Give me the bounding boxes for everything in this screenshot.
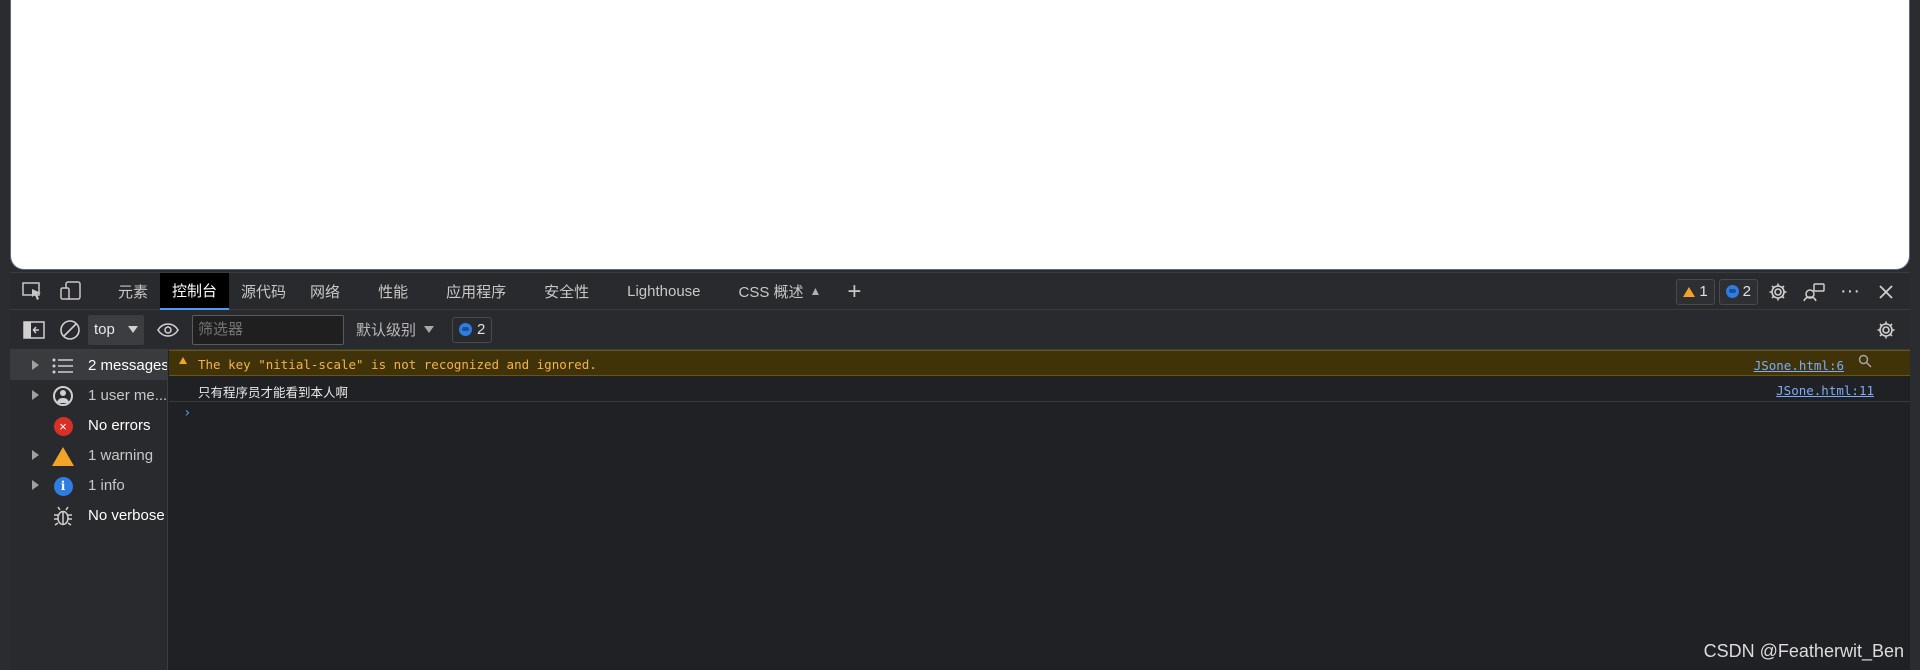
tab-css-overview-label: CSS 概述 (738, 283, 804, 301)
messages-counter-button[interactable]: 2 (1718, 278, 1758, 305)
more-options-icon[interactable]: ··· (1834, 276, 1866, 308)
feedback-icon[interactable] (1798, 276, 1830, 308)
sidebar-item-label: 2 messages (88, 357, 167, 374)
info-icon: i (52, 475, 74, 497)
context-selector[interactable]: top (88, 314, 144, 345)
sidebar-item-label: No verbose (88, 507, 165, 524)
sidebar-item-label: No errors (88, 417, 151, 434)
expand-triangle-icon[interactable] (32, 450, 39, 460)
inspect-element-icon[interactable] (18, 276, 48, 306)
experiment-flask-icon: ▲ (809, 284, 822, 298)
sidebar-item-user-messages[interactable]: 1 user me... (10, 380, 167, 410)
tab-lighthouse[interactable]: Lighthouse (615, 273, 726, 310)
console-settings-gear-icon[interactable] (1868, 312, 1904, 348)
sidebar-item-info[interactable]: i 1 info (10, 470, 167, 500)
message-bubble-icon (1725, 285, 1739, 298)
console-toolbar: top 默认级别 2 (10, 310, 1910, 350)
search-icon[interactable] (1858, 354, 1872, 371)
tab-performance[interactable]: 性能 (366, 273, 434, 310)
sidebar-item-label: 1 warning (88, 447, 154, 464)
sidebar-item-warnings[interactable]: 1 warning (10, 440, 167, 470)
watermark: CSDN @Featherwit_Ben (1703, 641, 1904, 661)
console-message-log: 只有程序员才能看到本人啊 JSone.html:11 (169, 376, 1910, 402)
context-selector-value: top (94, 321, 115, 338)
devtools-tabbar: 元素 控制台 源代码 网络 性能 应用程序 安全性 Lighthouse CSS… (10, 272, 1910, 310)
devtools-panel: 元素 控制台 源代码 网络 性能 应用程序 安全性 Lighthouse CSS… (10, 272, 1910, 670)
toggle-sidebar-icon[interactable] (16, 312, 52, 348)
tab-sources[interactable]: 源代码 (229, 273, 298, 310)
warning-icon (1683, 286, 1696, 297)
warnings-counter-button[interactable]: 1 (1676, 278, 1715, 305)
messages-count: 2 (1742, 283, 1751, 300)
sidebar-item-label: 1 info (88, 477, 125, 494)
clear-console-icon[interactable] (52, 312, 88, 348)
chevron-down-icon (424, 326, 435, 333)
tab-network[interactable]: 网络 (298, 273, 366, 310)
error-icon: × (52, 415, 74, 437)
list-icon (52, 355, 74, 377)
add-tab-plus-icon[interactable]: + (833, 273, 875, 310)
tab-elements[interactable]: 元素 (106, 273, 160, 310)
user-icon (52, 385, 74, 407)
sidebar-item-messages[interactable]: 2 messages (10, 350, 167, 380)
issues-count: 2 (477, 321, 486, 338)
warnings-count: 1 (1699, 283, 1708, 300)
settings-gear-icon[interactable] (1762, 276, 1794, 308)
source-link[interactable]: JSone.html:6 (1754, 358, 1844, 373)
expand-triangle-icon[interactable] (32, 390, 39, 400)
console-message-text: The key "nitial-scale" is not recognized… (198, 357, 597, 372)
tab-application[interactable]: 应用程序 (434, 273, 532, 310)
console-output: The key "nitial-scale" is not recognized… (169, 350, 1910, 670)
expand-triangle-icon[interactable] (32, 480, 39, 490)
issues-counter-button[interactable]: 2 (452, 316, 493, 343)
log-level-dropdown[interactable]: 默认级别 (356, 319, 435, 340)
warning-icon (52, 445, 74, 467)
tabbar-right-controls: 1 2 ··· (1676, 273, 1910, 310)
live-expression-eye-icon[interactable] (150, 312, 186, 348)
source-link[interactable]: JSone.html:11 (1776, 383, 1874, 398)
sidebar-item-label: 1 user me... (88, 387, 167, 404)
device-emulation-icon[interactable] (56, 276, 86, 306)
tab-security[interactable]: 安全性 (532, 273, 615, 310)
sidebar-item-verbose[interactable]: No verbose (10, 500, 167, 530)
page-viewport (10, 0, 1910, 270)
message-bubble-icon (459, 323, 473, 336)
close-icon[interactable] (1870, 276, 1902, 308)
bug-icon (52, 505, 74, 527)
log-level-label: 默认级别 (356, 322, 417, 339)
console-sidebar: 2 messages 1 user me... × No errors 1 wa… (10, 350, 168, 670)
tab-css-overview[interactable]: CSS 概述 ▲ (727, 273, 834, 310)
console-message-warning: The key "nitial-scale" is not recognized… (169, 350, 1910, 376)
console-prompt-chevron-icon[interactable]: › (183, 405, 191, 421)
filter-input[interactable] (192, 314, 344, 345)
tab-console[interactable]: 控制台 (160, 272, 230, 310)
warning-icon (179, 357, 187, 364)
sidebar-item-errors[interactable]: × No errors (10, 410, 167, 440)
chevron-down-icon (128, 326, 138, 333)
expand-triangle-icon[interactable] (32, 360, 39, 370)
console-message-text: 只有程序员才能看到本人啊 (198, 385, 349, 400)
